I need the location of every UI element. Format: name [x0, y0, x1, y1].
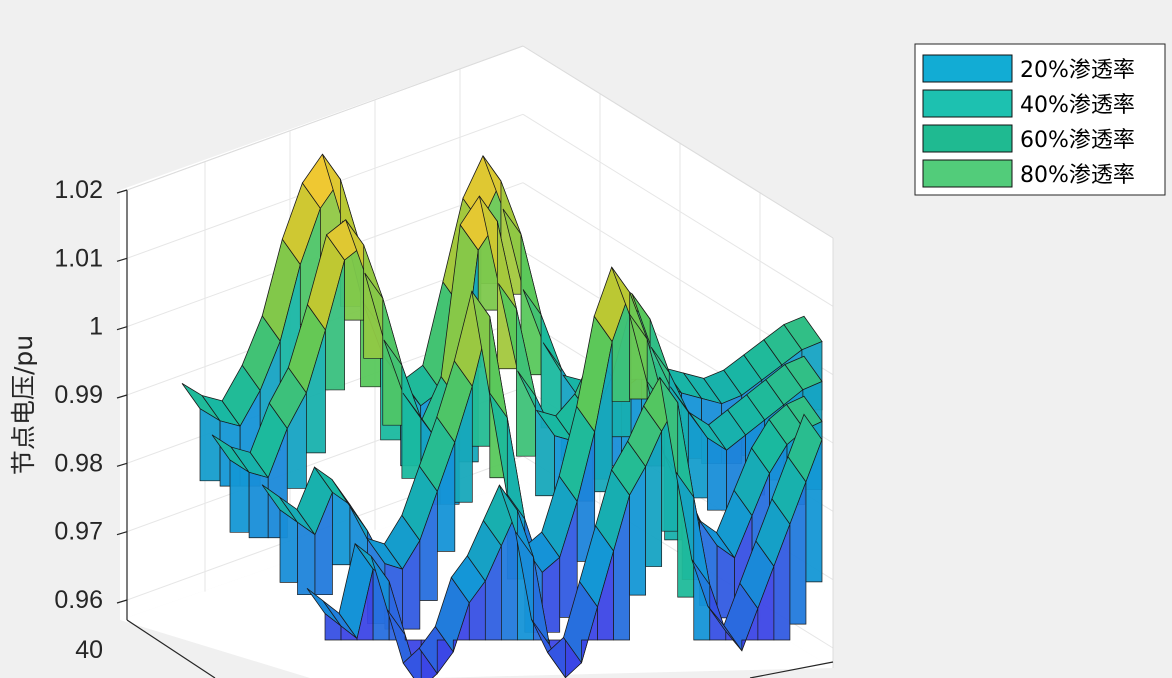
extra-axis-tick-label: 40: [75, 636, 103, 664]
legend-item: 80%渗透率: [922, 159, 1135, 188]
surface-wall: [707, 437, 727, 511]
surface-wall: [297, 521, 316, 596]
surface-wall: [229, 459, 250, 533]
z-ticks: 0.96 0.97 0.98 0.99 1 1.01 1.02: [54, 176, 128, 614]
surface-wall: [248, 471, 269, 539]
legend: 20%渗透率 40%渗透率 60%渗透率 80%渗透率: [914, 43, 1166, 196]
z-tick-label: 0.96: [54, 586, 103, 614]
z-tick-label: 0.98: [54, 449, 103, 477]
legend-label: 40%渗透率: [1020, 93, 1135, 118]
legend-label: 20%渗透率: [1020, 58, 1135, 83]
legend-item: 60%渗透率: [922, 124, 1135, 153]
z-tick-label: 1: [89, 313, 103, 341]
legend-item: 40%渗透率: [922, 89, 1135, 118]
legend-label: 60%渗透率: [1020, 128, 1135, 153]
z-tick-label: 0.99: [54, 381, 103, 409]
z-tick-label: 1.02: [54, 176, 103, 204]
surface-wall: [279, 509, 298, 583]
legend-swatch: [922, 124, 1013, 153]
legend-label: 80%渗透率: [1020, 163, 1135, 188]
z-tick-label: 0.97: [54, 518, 103, 546]
z-tick-label: 1.01: [54, 244, 103, 272]
surface-wall: [199, 408, 221, 482]
surface-wall: [332, 491, 351, 566]
surface-chart: 0.96 0.97 0.98 0.99 1 1.01 1.02 40 节点电压/pu 20%…: [9, 43, 1166, 678]
legend-swatch: [922, 89, 1013, 118]
y-axis-label: 节点电压/pu: [9, 335, 38, 475]
legend-swatch: [922, 54, 1013, 83]
legend-swatch: [922, 159, 1013, 188]
legend-item: 20%渗透率: [922, 54, 1135, 83]
